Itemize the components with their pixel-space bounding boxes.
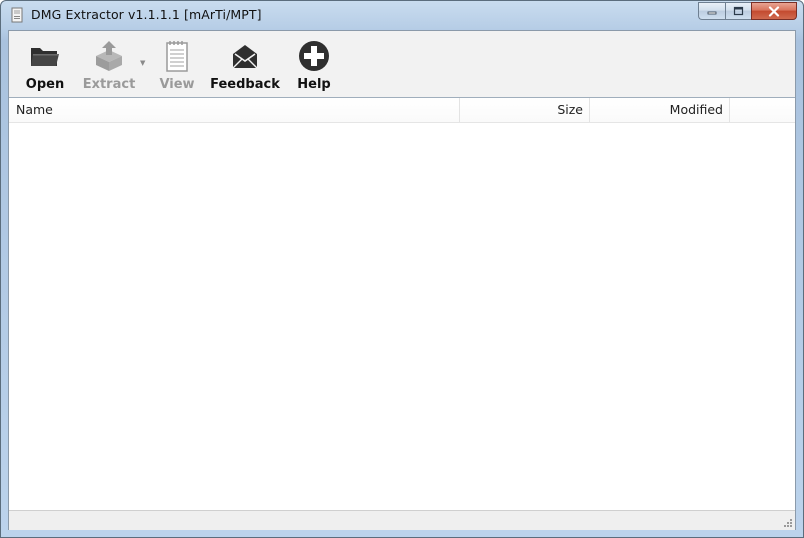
feedback-label: Feedback xyxy=(210,77,280,92)
minimize-icon xyxy=(707,11,717,15)
help-label: Help xyxy=(297,77,331,92)
extract-icon xyxy=(96,41,122,71)
client-area: Open Extract ▼ View Feedback Help Name S… xyxy=(8,30,796,530)
maximize-icon xyxy=(733,6,744,16)
maximize-button[interactable] xyxy=(725,2,751,20)
title-bar[interactable]: DMG Extractor v1.1.1.1 [mArTi/MPT] xyxy=(1,1,803,29)
open-label: Open xyxy=(25,77,65,92)
feedback-button[interactable]: Feedback xyxy=(210,31,280,97)
file-list[interactable]: Name Size Modified xyxy=(9,98,795,510)
close-button[interactable] xyxy=(751,2,797,20)
resize-grip-icon[interactable] xyxy=(782,517,793,528)
column-header-filler xyxy=(730,98,795,122)
extract-button[interactable]: Extract xyxy=(83,31,135,97)
extract-label: Extract xyxy=(82,77,136,92)
column-header-modified[interactable]: Modified xyxy=(590,98,730,122)
notepad-icon xyxy=(166,41,188,72)
extract-dropdown-arrow-icon[interactable]: ▼ xyxy=(140,59,145,67)
view-label: View xyxy=(159,77,195,92)
envelope-icon xyxy=(232,45,258,69)
plus-circle-icon xyxy=(299,41,329,71)
help-button[interactable]: Help xyxy=(294,31,334,97)
open-button[interactable]: Open xyxy=(23,31,67,97)
folder-icon xyxy=(31,48,59,66)
status-bar xyxy=(9,510,795,530)
column-header-size[interactable]: Size xyxy=(460,98,590,122)
app-window: DMG Extractor v1.1.1.1 [mArTi/MPT] Open … xyxy=(0,0,804,538)
window-controls xyxy=(698,2,797,22)
column-header-name[interactable]: Name xyxy=(9,98,460,122)
close-icon xyxy=(768,5,780,17)
window-title: DMG Extractor v1.1.1.1 [mArTi/MPT] xyxy=(31,7,262,22)
column-headers: Name Size Modified xyxy=(9,98,795,123)
minimize-button[interactable] xyxy=(698,2,725,20)
toolbar: Open Extract ▼ View Feedback Help xyxy=(9,31,795,98)
view-button[interactable]: View xyxy=(157,31,197,97)
app-icon xyxy=(11,7,23,23)
